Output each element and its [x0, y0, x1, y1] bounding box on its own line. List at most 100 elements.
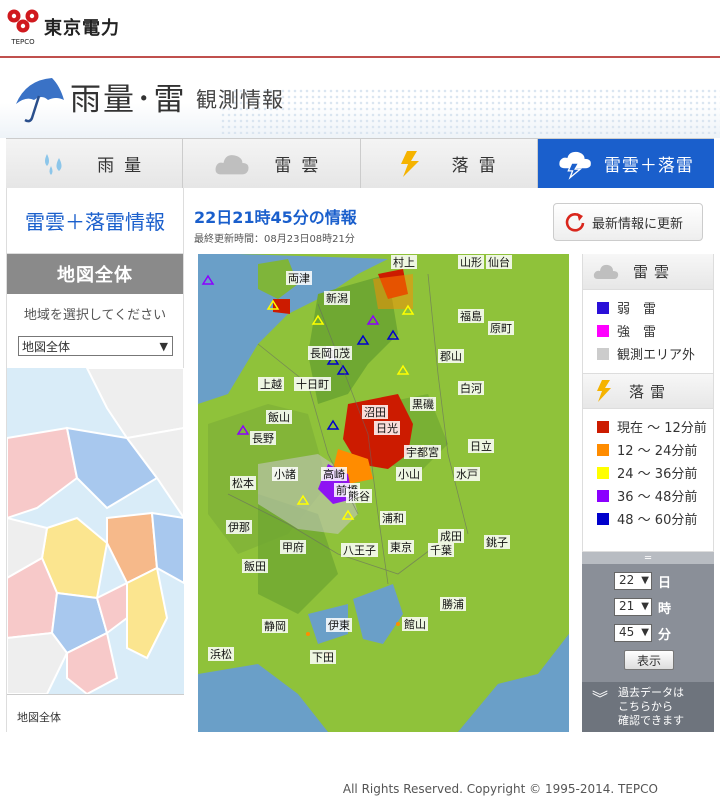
svg-text:水戸: 水戸 [456, 468, 478, 481]
svg-text:上越: 上越 [260, 377, 282, 391]
legend-item-0-12: 現在 ～ 12分前 [583, 415, 713, 438]
day-unit: 日 [658, 575, 672, 591]
region-mini-map[interactable] [7, 368, 184, 694]
svg-text:浜松: 浜松 [210, 647, 232, 661]
svg-text:沼田: 沼田 [364, 405, 386, 419]
hour-row: 21 ▼ 時 [614, 598, 714, 617]
page-title: 雨量･雷 [70, 82, 187, 118]
tab-rain[interactable]: 雨量 [6, 139, 184, 188]
legend-item-48-60: 48 ～ 60分前 [583, 507, 713, 530]
drag-handle[interactable]: ═ [582, 552, 714, 564]
show-button[interactable]: 表示 [624, 650, 674, 670]
svg-text:白河: 白河 [460, 381, 482, 395]
svg-text:東京: 東京 [390, 540, 412, 554]
tab-thundercloud[interactable]: 雷雲 [183, 139, 361, 188]
banner-pattern [220, 88, 720, 134]
svg-text:黒磯: 黒磯 [412, 398, 434, 411]
hour-select[interactable]: 21 ▼ [614, 598, 652, 616]
svg-text:仙台: 仙台 [488, 255, 510, 269]
map-legend: 雷雲 弱 雷 強 雷 観測エリア外 落雷 現在 ～ 12分前 12 ～ 24分前… [582, 254, 714, 552]
company-name[interactable]: 東京電力 [44, 14, 120, 40]
last-updated: 最終更新時間：08月23日08時21分 [194, 234, 355, 245]
map-place-label: 両津 [286, 271, 312, 285]
view-tabs: 雨量 雷雲 落雷 雷雲＋落雷 [6, 138, 714, 188]
copyright: All Rights Reserved. Copyright © 1995-20… [342, 782, 658, 796]
map-place-label: 長岡 [308, 346, 334, 360]
day-select[interactable]: 22 ▼ [614, 572, 652, 590]
chevron-down-icon: ▼ [641, 575, 649, 586]
legend-strike-head: 落雷 [583, 373, 713, 409]
region-map-label: 地図全体 [7, 694, 184, 732]
svg-text:長野: 長野 [252, 432, 274, 445]
minute-select[interactable]: 45 ▼ [614, 624, 652, 642]
svg-text:千葉: 千葉 [430, 543, 452, 557]
legend-swatch [597, 466, 609, 479]
map-place-label: 成田 [438, 529, 464, 543]
tepco-logo-icon[interactable]: TEPCO [6, 6, 40, 48]
map-place-label: 長野 [250, 431, 276, 445]
map-place-label: 東京 [388, 540, 414, 554]
map-place-label: 静岡 [262, 619, 288, 633]
svg-text:原町: 原町 [490, 322, 512, 335]
minute-row: 45 ▼ 分 [614, 624, 714, 643]
legend-item-weak: 弱 雷 [583, 296, 713, 319]
svg-text:山形: 山形 [460, 256, 482, 269]
lightning-icon [597, 380, 611, 402]
svg-text:郡山: 郡山 [440, 350, 462, 363]
legend-item-strong: 強 雷 [583, 319, 713, 342]
svg-text:甲府: 甲府 [282, 540, 304, 554]
svg-text:新潟: 新潟 [326, 291, 348, 305]
map-place-label: 日立 [468, 439, 494, 453]
map-place-label: 伊那 [226, 520, 252, 534]
svg-text:松本: 松本 [232, 476, 254, 490]
tab-label: 雷雲 [274, 156, 329, 176]
region-heading: 地図全体 [7, 254, 183, 294]
time-control: ═ 22 ▼ 日 21 ▼ 時 45 ▼ 分 表示 [582, 552, 714, 682]
svg-text:勝浦: 勝浦 [442, 597, 464, 611]
section-title: 雷雲＋落雷情報 [6, 188, 184, 254]
umbrella-icon [16, 78, 64, 123]
svg-text:浦和: 浦和 [382, 512, 404, 525]
svg-text:高崎: 高崎 [323, 467, 345, 481]
svg-text:館山: 館山 [404, 617, 426, 631]
cloud-icon [214, 149, 250, 179]
cloud-icon [593, 264, 619, 279]
svg-text:静岡: 静岡 [264, 619, 286, 633]
tab-lightning[interactable]: 落雷 [360, 139, 538, 188]
tab-cloud-lightning[interactable]: 雷雲＋落雷 [537, 139, 714, 188]
map-place-label: 郡山 [438, 349, 464, 363]
svg-text:小諸: 小諸 [274, 467, 296, 481]
map-place-label: 勝浦 [440, 597, 466, 611]
legend-swatch [597, 347, 609, 360]
map-place-label: 飯山 [266, 410, 292, 424]
map-place-label: 日光 [374, 421, 400, 435]
map-place-label: 上越 [258, 377, 284, 391]
svg-text:両津: 両津 [288, 272, 310, 285]
svg-text:飯山: 飯山 [268, 410, 290, 424]
svg-text:長岡: 長岡 [310, 347, 332, 360]
svg-text:熊谷: 熊谷 [348, 489, 370, 503]
map-place-label: 白河 [458, 381, 484, 395]
svg-text:宇都宮: 宇都宮 [406, 445, 439, 459]
map-place-label: 仙台 [486, 255, 512, 269]
region-select[interactable]: 地図全体 ▼ [18, 336, 173, 356]
svg-text:八王子: 八王子 [343, 544, 376, 557]
legend-cloud-title: 雷雲 [633, 263, 676, 281]
svg-text:伊那: 伊那 [228, 521, 250, 534]
map-place-label: 高崎 [321, 467, 347, 481]
past-data-link[interactable]: ︾ 過去データは こちらから 確認できます [582, 682, 714, 732]
legend-strike-title: 落雷 [629, 382, 672, 401]
refresh-button[interactable]: 最新情報に更新 [553, 203, 703, 241]
lightning-map[interactable]: 村上 山形 仙台 両津 新潟 福島 原町 加茂 長岡 郡山 上越 十日町 白河 飯山 沼田 日光 黒磯 長野 宇都宮… [198, 254, 569, 732]
tab-label: 落雷 [451, 156, 506, 176]
map-place-label: 浦和 [380, 511, 406, 525]
svg-text:福島: 福島 [460, 309, 482, 323]
legend-item-24-36: 24 ～ 36分前 [583, 461, 713, 484]
legend-swatch [597, 489, 609, 502]
svg-text:伊東: 伊東 [328, 619, 350, 632]
legend-swatch [597, 420, 609, 433]
legend-swatch [597, 324, 609, 337]
map-place-label: 宇都宮 [404, 445, 441, 459]
map-place-label: 松本 [230, 476, 256, 490]
refresh-label: 最新情報に更新 [592, 216, 684, 232]
